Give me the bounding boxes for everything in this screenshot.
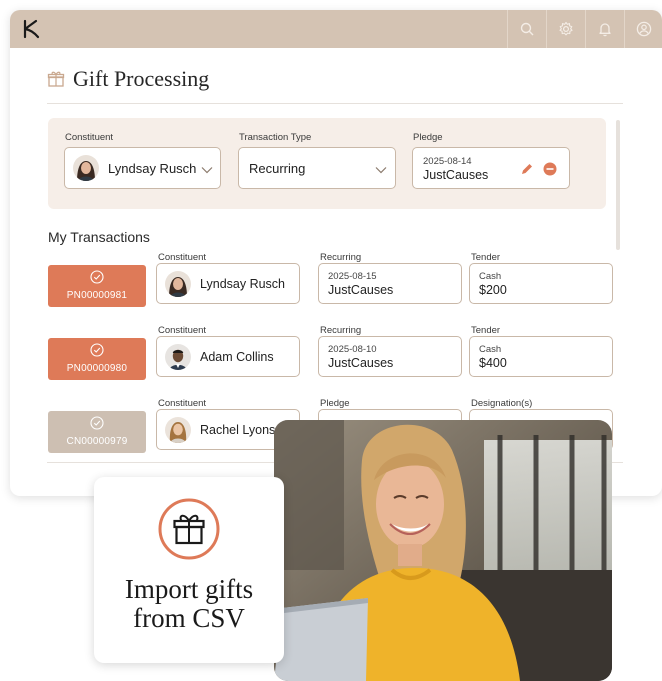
chevron-down-icon bbox=[201, 167, 213, 174]
type-field[interactable]: 2025-08-10 JustCauses bbox=[318, 336, 462, 377]
gift-icon bbox=[47, 71, 65, 87]
constituent-field[interactable]: Adam Collins bbox=[156, 336, 300, 377]
bell-icon bbox=[599, 23, 611, 37]
gear-icon bbox=[559, 21, 573, 36]
settings-button[interactable] bbox=[546, 10, 585, 48]
type-field[interactable]: 2025-08-15 JustCauses bbox=[318, 263, 462, 304]
constituent-label: Constituent bbox=[158, 398, 207, 409]
notifications-button[interactable] bbox=[585, 10, 624, 48]
transaction-id: CN00000979 bbox=[66, 436, 128, 447]
pledge-field[interactable]: 2025-08-14 JustCauses bbox=[412, 147, 570, 189]
avatar bbox=[165, 271, 191, 297]
import-gifts-line1: Import gifts bbox=[124, 574, 254, 604]
check-circle-icon bbox=[90, 343, 104, 357]
constituent-field[interactable]: Lyndsay Rusch bbox=[156, 263, 300, 304]
transaction-id: PN00000980 bbox=[66, 363, 128, 374]
transaction-status-badge[interactable]: PN00000981 bbox=[48, 265, 146, 307]
tender-label: Tender bbox=[471, 252, 501, 263]
user-avatar-icon bbox=[636, 21, 652, 37]
constituent-select-value: Lyndsay Rusch bbox=[108, 161, 197, 176]
constituent-name: Rachel Lyons bbox=[200, 423, 276, 437]
tender-label: Designation(s) bbox=[471, 398, 533, 409]
constituent-label: Constituent bbox=[158, 252, 207, 263]
transaction-id: PN00000981 bbox=[66, 290, 128, 301]
pencil-icon[interactable] bbox=[520, 162, 534, 176]
avatar bbox=[165, 417, 191, 443]
tender-field[interactable]: Cash $400 bbox=[469, 336, 613, 377]
tender-label: Tender bbox=[471, 325, 501, 336]
pledge-date: 2025-08-14 bbox=[423, 156, 472, 167]
transaction-row[interactable]: PN00000980 Constituent Adam Collins Recu… bbox=[48, 325, 613, 385]
tender-method: Cash bbox=[479, 344, 502, 355]
search-button[interactable] bbox=[507, 10, 546, 48]
woman-with-laptop-photo bbox=[274, 420, 612, 681]
transactions-title: My Transactions bbox=[48, 229, 150, 245]
import-gifts-card[interactable]: Import gifts from CSV bbox=[94, 477, 284, 663]
page-title: Gift Processing bbox=[73, 66, 210, 91]
app-logo[interactable] bbox=[22, 19, 42, 39]
check-circle-icon bbox=[90, 416, 104, 430]
constituent-filter-label: Constituent bbox=[65, 132, 114, 143]
constituent-name: Lyndsay Rusch bbox=[200, 277, 285, 291]
type-label: Pledge bbox=[320, 398, 350, 409]
constituent-name: Adam Collins bbox=[200, 350, 274, 364]
type-date: 2025-08-15 bbox=[328, 271, 377, 282]
import-gifts-line2: from CSV bbox=[133, 603, 245, 633]
avatar bbox=[73, 155, 99, 181]
search-icon bbox=[520, 22, 534, 36]
type-label: Recurring bbox=[320, 325, 362, 336]
transaction-type-value: Recurring bbox=[249, 161, 306, 176]
pledge-name: JustCauses bbox=[423, 168, 489, 182]
constituent-select[interactable]: Lyndsay Rusch bbox=[64, 147, 221, 189]
tender-method: Cash bbox=[479, 271, 502, 282]
tender-field[interactable]: Cash $200 bbox=[469, 263, 613, 304]
transaction-status-badge[interactable]: CN00000979 bbox=[48, 411, 146, 453]
check-circle-icon bbox=[90, 270, 104, 284]
type-label: Recurring bbox=[320, 252, 362, 263]
type-date: 2025-08-10 bbox=[328, 344, 377, 355]
tender-amount: $400 bbox=[479, 356, 507, 370]
remove-icon[interactable] bbox=[543, 162, 557, 176]
type-name: JustCauses bbox=[328, 356, 394, 370]
profile-button[interactable] bbox=[624, 10, 662, 48]
tender-amount: $200 bbox=[479, 283, 507, 297]
transaction-status-badge[interactable]: PN00000980 bbox=[48, 338, 146, 380]
constituent-label: Constituent bbox=[158, 325, 207, 336]
filter-panel: Constituent Lyndsay Rusch Transaction Ty… bbox=[48, 118, 606, 209]
page-header: Gift Processing bbox=[47, 66, 209, 92]
transaction-row[interactable]: PN00000981 Constituent Lyndsay Rusch Rec… bbox=[48, 252, 613, 312]
avatar bbox=[165, 344, 191, 370]
pledge-label: Pledge bbox=[413, 132, 443, 143]
top-bar bbox=[10, 10, 662, 48]
import-gifts-text: Import gifts from CSV bbox=[94, 575, 284, 633]
transaction-type-select[interactable]: Recurring bbox=[238, 147, 396, 189]
divider bbox=[47, 103, 623, 104]
scrollbar[interactable] bbox=[616, 120, 620, 250]
type-name: JustCauses bbox=[328, 283, 394, 297]
gift-icon bbox=[158, 498, 220, 560]
transaction-type-label: Transaction Type bbox=[239, 132, 312, 143]
chevron-down-icon bbox=[375, 167, 387, 174]
